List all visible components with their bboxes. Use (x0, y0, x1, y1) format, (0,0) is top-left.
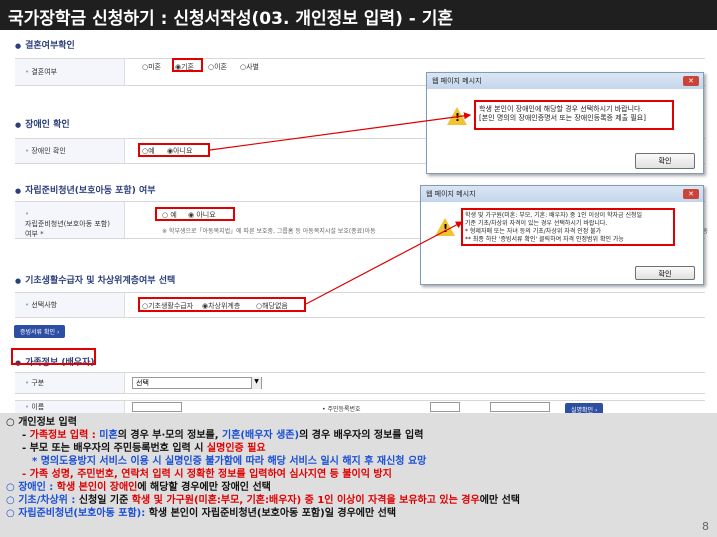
note-8: ○ 자립준비청년(보호아동 포함): 학생 본인이 자립준비청년(보호아동 포함… (6, 508, 397, 519)
note-3: - 부모 또는 배우자의 주민등록번호 입력 시 실명인증 필요 (22, 443, 266, 454)
page-number: 8 (702, 520, 709, 533)
arrow-basic (305, 221, 464, 305)
arrow-disability (209, 112, 472, 151)
note-4: * 명의도용방지 서비스 이용 시 실명인증 불가함에 따라 해당 서비스 일시… (32, 456, 427, 467)
note-2: - 가족정보 입력 : 미혼의 경우 부·모의 정보를, 기혼(배우자 생존)의… (22, 430, 424, 441)
annotation-arrows (209, 112, 472, 305)
note-1: ○ 개인정보 입력 (6, 417, 77, 428)
notes-panel: ○ 개인정보 입력 - 가족정보 입력 : 미혼의 경우 부·모의 정보를, 기… (0, 413, 717, 537)
note-6: ○ 장애인 : 학생 본인이 장애인에 해당할 경우에만 장애인 선택 (6, 482, 271, 493)
note-7: ○ 기초/차상위 : 신청일 기준 학생 및 가구원(미혼:부모, 기혼:배우자… (6, 495, 521, 506)
note-5: - 가족 성명, 주민번호, 연락처 입력 시 정확한 정보를 입력하여 심사지… (22, 469, 392, 480)
